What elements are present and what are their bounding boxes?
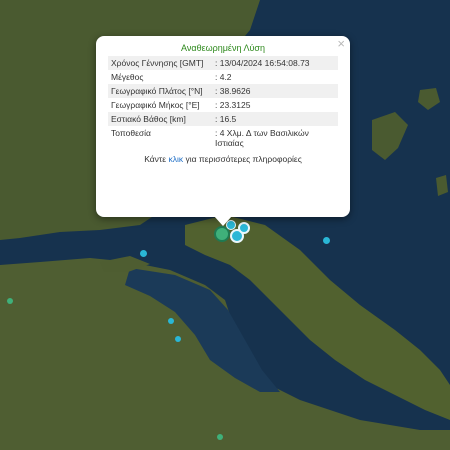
quake-marker-central[interactable] (168, 318, 174, 324)
info-label: Τοποθεσία (111, 128, 151, 138)
info-label: Μέγεθος (111, 72, 144, 82)
info-value: : 13/04/2024 16:54:08.73 (213, 56, 338, 70)
map-view[interactable]: × Αναθεωρημένη Λύση Χρόνος Γέννησης [GMT… (0, 0, 450, 450)
info-label: Εστιακό Βάθος [km] (108, 112, 213, 126)
info-value: : 4 Χλμ. Δ των Βασιλικών Ιστιαίας (215, 128, 309, 148)
earthquake-info-popup: × Αναθεωρημένη Λύση Χρόνος Γέννησης [GMT… (96, 36, 350, 217)
popup-pointer (214, 216, 232, 226)
info-row-latitude: Γεωγραφικό Πλάτος [°N] : 38.9626 (108, 84, 338, 98)
info-row-magnitude: Μέγεθος : 4.2 (108, 70, 338, 84)
quake-marker-north-gulf[interactable] (140, 250, 147, 257)
quake-marker-southwest[interactable] (175, 336, 181, 342)
info-label: Χρόνος Γέννησης [GMT] (108, 56, 213, 70)
info-value: : 16.5 (213, 112, 338, 126)
info-label: Γεωγραφικό Πλάτος [°N] (108, 84, 213, 98)
info-table: Χρόνος Γέννησης [GMT] : 13/04/2024 16:54… (108, 56, 338, 150)
info-value: : 23.3125 (215, 100, 251, 110)
info-row-depth: Εστιακό Βάθος [km] : 16.5 (108, 112, 338, 126)
info-label: Γεωγραφικό Μήκος [°E] (111, 100, 200, 110)
info-row-longitude: Γεωγραφικό Μήκος [°E] : 23.3125 (108, 98, 338, 112)
quake-marker-south[interactable] (217, 434, 223, 440)
footer-text-before: Κάντε (144, 154, 169, 164)
popup-title: Αναθεωρημένη Λύση (181, 43, 265, 53)
info-value: : 38.9626 (213, 84, 338, 98)
info-row-location: Τοποθεσία : 4 Χλμ. Δ των Βασιλικών Ιστια… (108, 126, 338, 150)
info-value: : 4.2 (215, 72, 232, 82)
quake-marker-west[interactable] (7, 298, 13, 304)
popup-footer: Κάντε κλικ για περισσότερες πληροφορίες (108, 154, 338, 164)
footer-text-after: για περισσότερες πληροφορίες (183, 154, 302, 164)
info-row-origin-time: Χρόνος Γέννησης [GMT] : 13/04/2024 16:54… (108, 56, 338, 70)
quake-marker-east[interactable] (323, 237, 330, 244)
more-info-link[interactable]: κλικ (168, 154, 183, 164)
close-icon[interactable]: × (337, 37, 345, 51)
quake-marker-cluster-3[interactable] (238, 222, 250, 234)
